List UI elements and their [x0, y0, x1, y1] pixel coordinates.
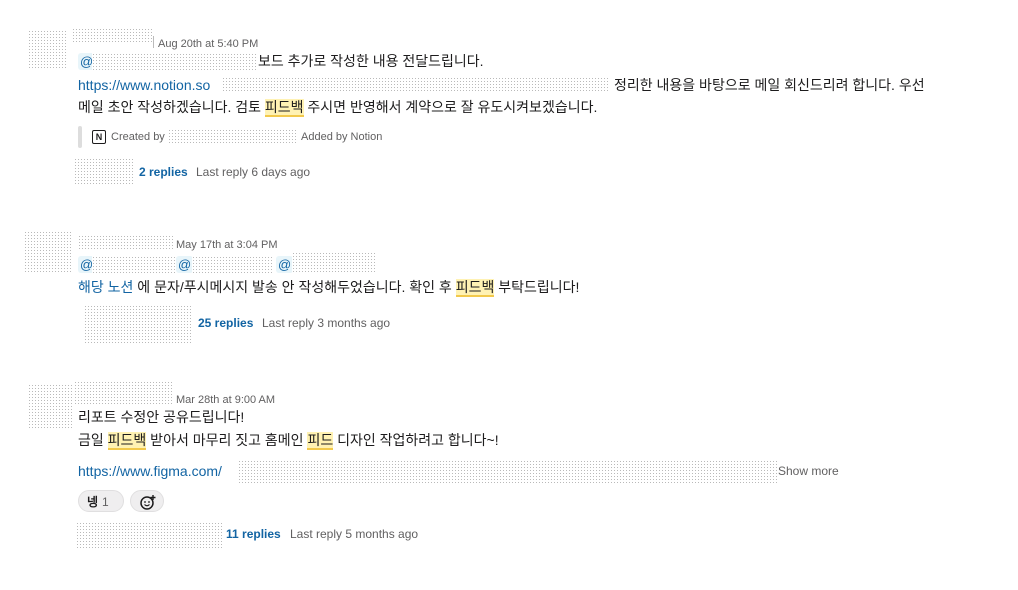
text-segment: 메일 초안 작성하겠습니다. 검토	[78, 99, 265, 115]
thread-last-reply: Last reply 3 months ago	[262, 316, 391, 330]
attachment-bar	[78, 126, 82, 148]
show-more-link[interactable]: Show more	[778, 464, 839, 478]
thread-avatars-redacted[interactable]	[76, 522, 222, 548]
user-mention[interactable]: @	[276, 256, 294, 273]
message-text: 정리한 내용을 바탕으로 메일 회신드리려 합니다. 우선	[614, 77, 925, 93]
message-text: 리포트 수정안 공유드립니다!	[78, 409, 245, 425]
reaction-count: 1	[102, 495, 109, 509]
avatar-redacted[interactable]	[28, 30, 68, 70]
text-segment: 금일	[78, 432, 108, 448]
avatar-redacted[interactable]	[24, 231, 72, 273]
figma-link[interactable]: https://www.figma.com/	[78, 461, 222, 481]
creator-redacted	[168, 129, 296, 145]
timestamp[interactable]: Aug 20th at 5:40 PM	[158, 38, 258, 50]
timestamp[interactable]: Mar 28th at 9:00 AM	[176, 394, 275, 406]
thread-avatars-redacted[interactable]	[84, 305, 192, 343]
message-text: 메일 초안 작성하겠습니다. 검토 피드백 주시면 반영해서 계약으로 잘 유도…	[78, 97, 597, 117]
thread-replies-link[interactable]: 11 replies	[226, 527, 281, 541]
highlighted-keyword: 피드백	[455, 279, 495, 297]
avatar-redacted[interactable]	[28, 384, 74, 430]
timestamp[interactable]: May 17th at 3:04 PM	[176, 239, 278, 251]
user-mention[interactable]: @	[176, 256, 194, 273]
highlighted-keyword: 피드	[307, 432, 334, 450]
mention-name-redacted[interactable]	[92, 256, 176, 273]
name-separator	[153, 36, 154, 48]
link-text-redacted	[238, 460, 778, 484]
highlighted-keyword: 피드백	[264, 99, 304, 117]
text-segment: 디자인 작업하려고 합니다~!	[333, 432, 499, 448]
mention-name-redacted[interactable]	[92, 53, 256, 70]
notion-page-link[interactable]: 해당 노션	[78, 279, 133, 295]
attachment-created-by: Created by	[111, 131, 165, 143]
thread-last-reply: Last reply 5 months ago	[290, 527, 419, 541]
reaction-button[interactable]: 넹1	[78, 490, 124, 512]
thread-last-reply: Last reply 6 days ago	[196, 165, 311, 179]
link-text-redacted	[222, 77, 610, 93]
text-segment: 부탁드립니다!	[494, 279, 580, 295]
add-reaction-button[interactable]	[130, 490, 164, 512]
text-segment: 주시면 반영해서 계약으로 잘 유도시켜보겠습니다.	[303, 99, 598, 115]
attachment-added-by: Added by Notion	[301, 131, 383, 143]
thread-avatars-redacted[interactable]	[74, 158, 134, 184]
text-segment: 받아서 마무리 짓고 홈메인	[146, 432, 308, 448]
text-segment: 에 문자/푸시메시지 발송 안 작성해두었습니다. 확인 후	[133, 279, 456, 295]
mention-name-redacted[interactable]	[292, 252, 376, 272]
notion-icon: N	[92, 130, 106, 144]
highlighted-keyword: 피드백	[107, 432, 147, 450]
mention-name-redacted[interactable]	[192, 256, 274, 273]
sender-name-redacted[interactable]	[72, 28, 152, 44]
thread-replies-link[interactable]: 25 replies	[198, 316, 253, 330]
sender-name-redacted[interactable]	[74, 381, 174, 405]
reaction-emoji: 넹	[87, 495, 99, 509]
message-text: 금일 피드백 받아서 마무리 짓고 홈메인 피드 디자인 작업하려고 합니다~!	[78, 430, 499, 450]
notion-link[interactable]: https://www.notion.so	[78, 75, 210, 95]
sender-name-redacted[interactable]	[78, 235, 174, 251]
message-text: 해당 노션 에 문자/푸시메시지 발송 안 작성해두었습니다. 확인 후 피드백…	[78, 277, 579, 297]
add-emoji-icon	[140, 495, 156, 510]
message-text: 보드 추가로 작성한 내용 전달드립니다.	[258, 53, 484, 69]
thread-replies-link[interactable]: 2 replies	[139, 165, 188, 179]
